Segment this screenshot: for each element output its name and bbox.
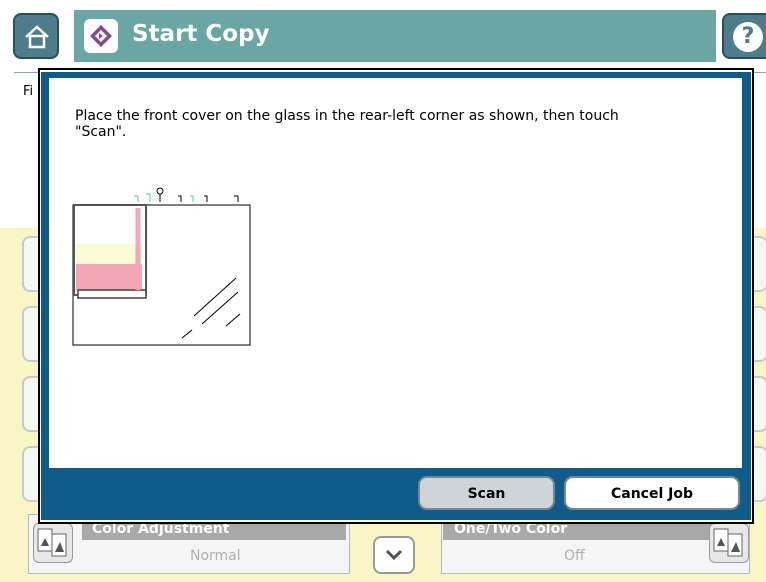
background-label-partial: Fi bbox=[23, 84, 34, 99]
cancel-job-button[interactable]: Cancel Job bbox=[564, 476, 740, 510]
help-icon: ? bbox=[733, 22, 763, 52]
page-title: Start Copy bbox=[132, 21, 270, 47]
help-button[interactable]: ? bbox=[722, 13, 766, 59]
scanner-glass-illustration bbox=[72, 186, 254, 352]
one-two-color-value: Off bbox=[564, 548, 585, 564]
color-adjustment-value: Normal bbox=[190, 548, 241, 564]
one-two-color-icon bbox=[709, 523, 749, 563]
title-bar: Start Copy bbox=[74, 10, 716, 62]
dialog-instruction: Place the front cover on the glass in th… bbox=[75, 108, 619, 140]
color-adjust-icon bbox=[33, 523, 73, 563]
chevron-down-icon bbox=[385, 549, 403, 561]
home-icon bbox=[25, 25, 49, 49]
home-button[interactable] bbox=[13, 13, 59, 59]
start-diamond-icon bbox=[84, 19, 118, 53]
scan-button[interactable]: Scan bbox=[418, 476, 555, 510]
scroll-down-button[interactable] bbox=[373, 536, 415, 574]
